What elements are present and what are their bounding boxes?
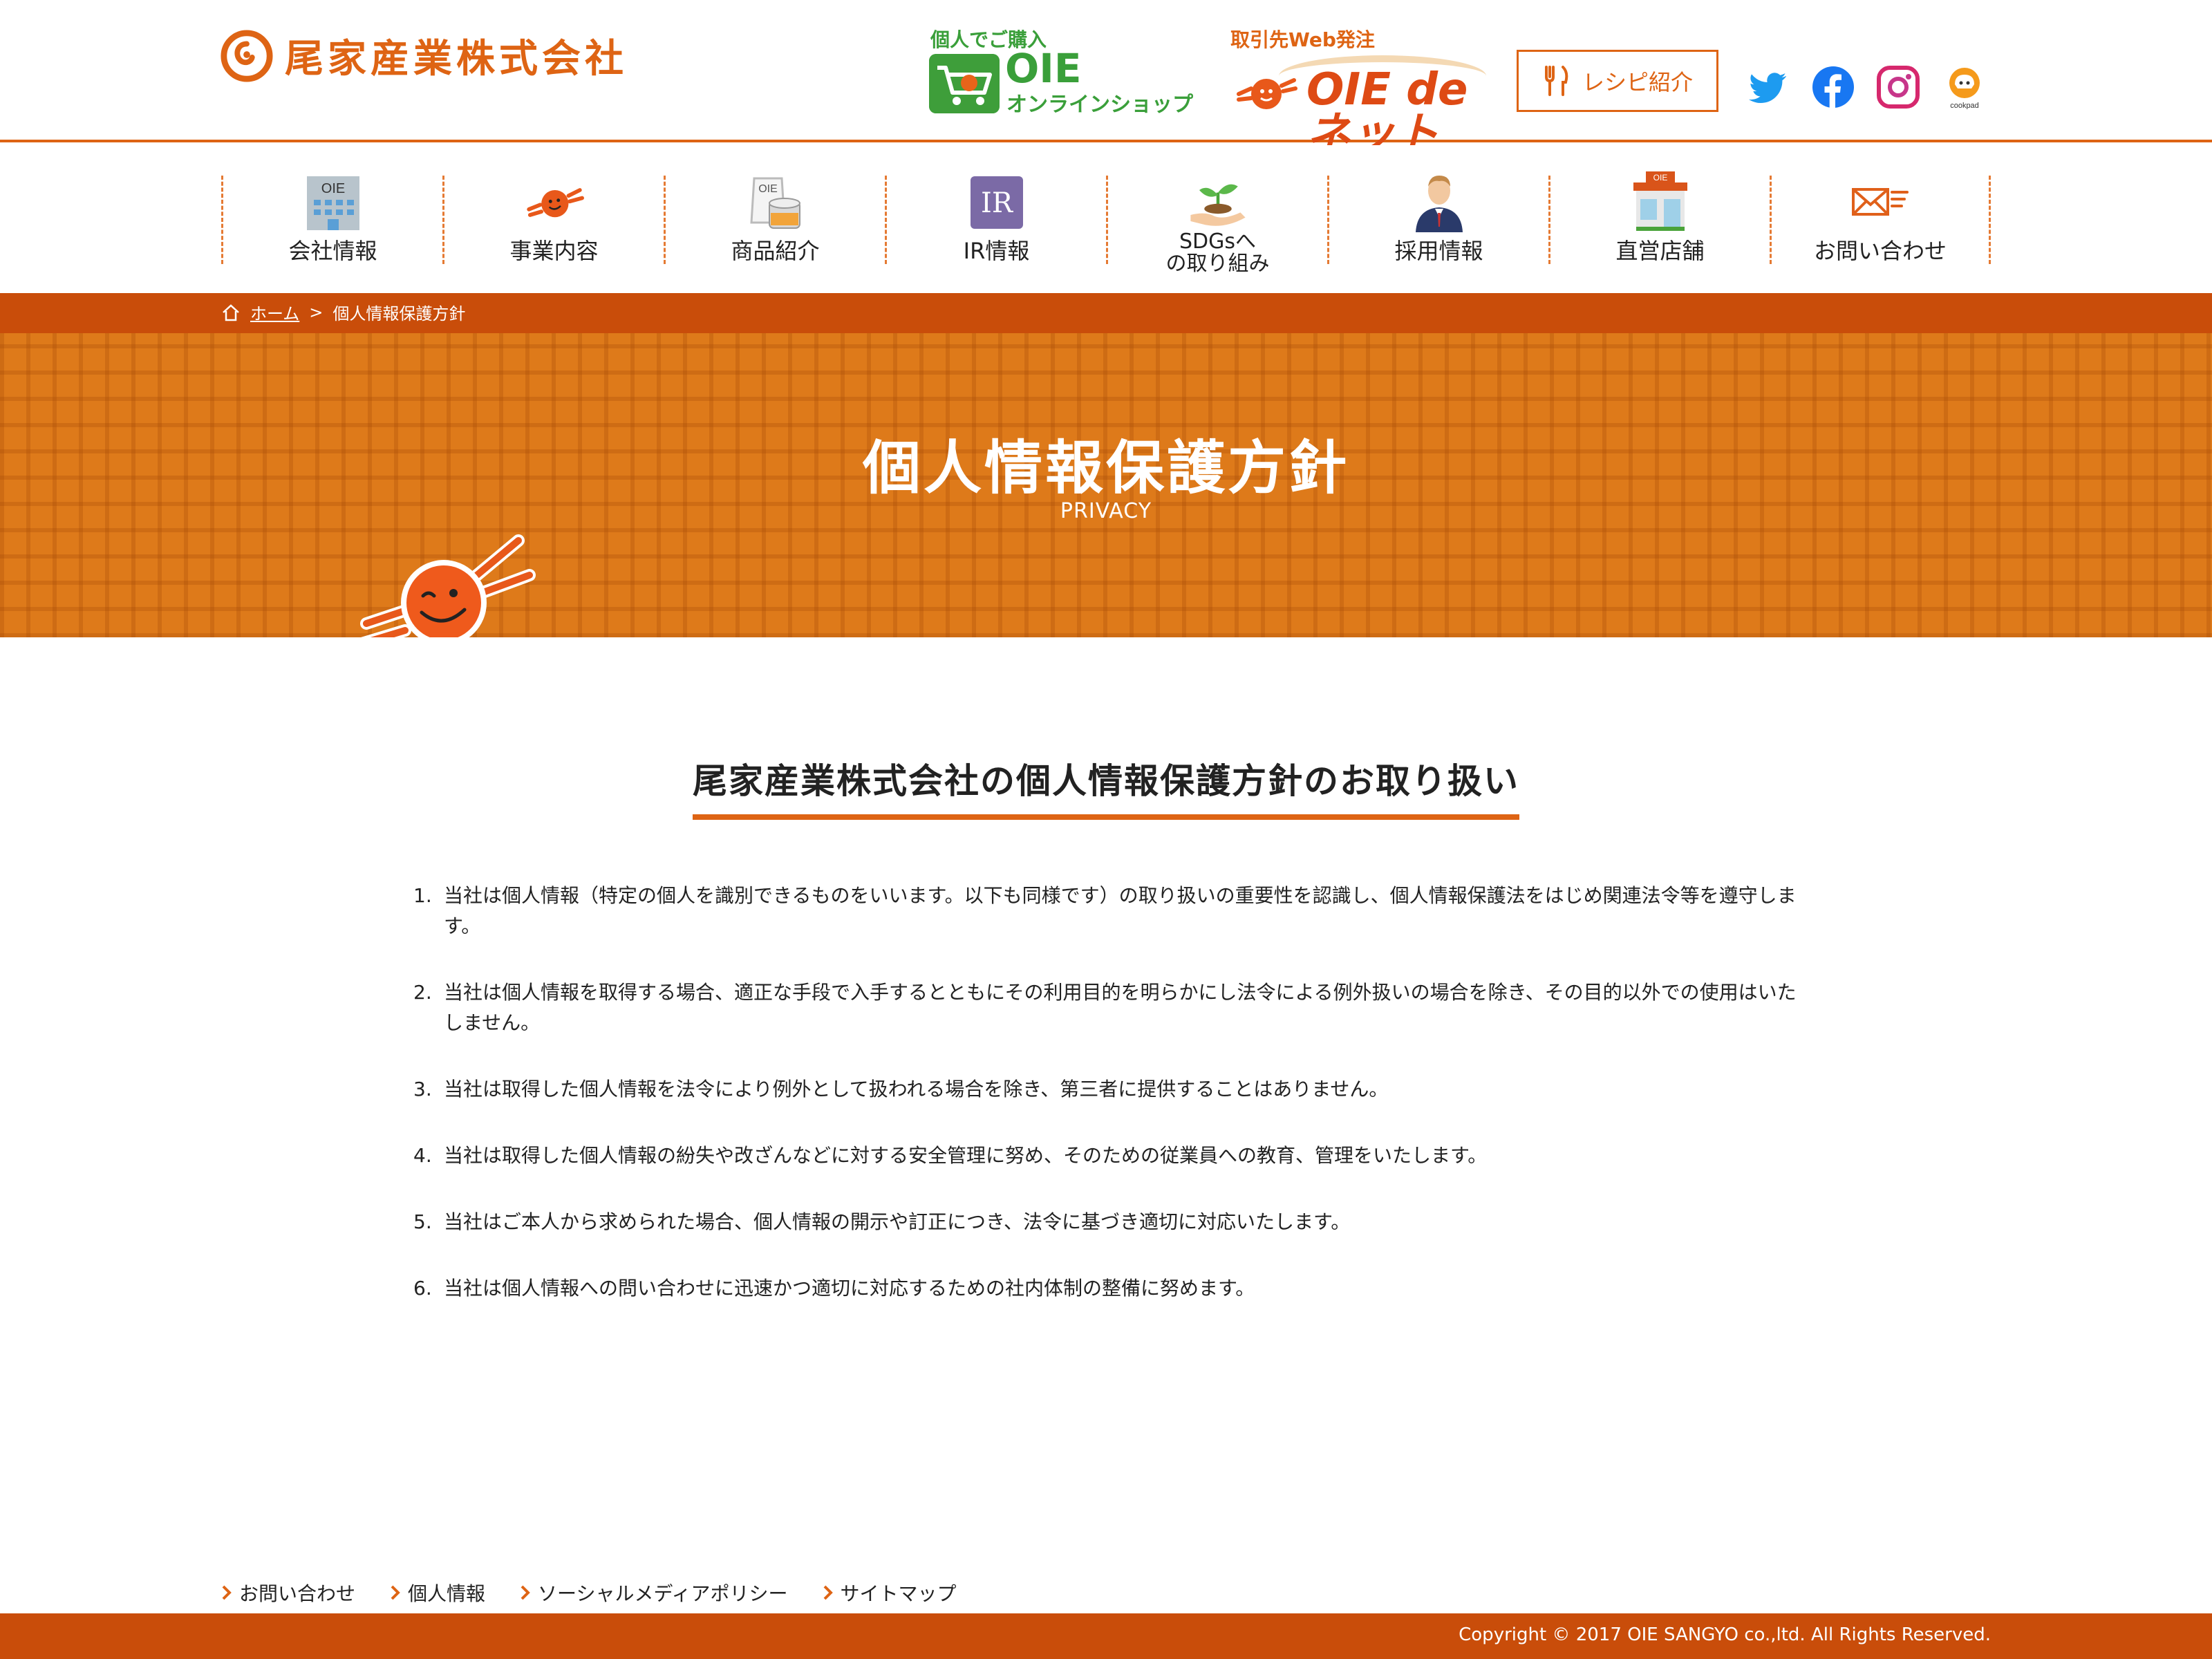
nav-item-business[interactable]: 事業内容 (442, 176, 664, 264)
building-icon: OIE (302, 171, 364, 234)
ir-sign: IR (981, 187, 1014, 219)
sprout-icon (1187, 171, 1249, 234)
section-title: 尾家産業株式会社の個人情報保護方針のお取り扱い (693, 753, 1519, 820)
mail-icon (1849, 171, 1911, 234)
nav-label-contact: お問い合わせ (1813, 238, 1947, 264)
chevron-right-icon (521, 1585, 530, 1600)
nav-label-products: 商品紹介 (731, 238, 820, 264)
nav-label-recruit: 採用情報 (1394, 238, 1483, 264)
policy-item: 3. 当社は取得した個人情報を法令により例外として扱われる場合を除き、第三者に提供… (411, 1074, 1800, 1105)
shopping-cart-icon (929, 54, 1000, 113)
policy-text: 当社は取得した個人情報を法令により例外として扱われる場合を除き、第三者に提供する… (444, 1078, 1389, 1100)
nav-label-store: 直営店舗 (1615, 238, 1705, 264)
footer-link-label: 個人情報 (408, 1582, 486, 1605)
nav-item-products[interactable]: OIE 商品紹介 (664, 176, 885, 264)
page-title: 個人情報保護方針 (862, 434, 1349, 502)
policy-text: 当社は取得した個人情報の紛失や改ざんなどに対する安全管理に努め、そのための従業員… (444, 1144, 1488, 1167)
online-shop-banner[interactable]: 個人でご購入 OIE オンラインショップ (929, 25, 1212, 117)
policy-text: 当社は個人情報（特定の個人を識別できるものをいいます。以下も同様です）の取り扱い… (444, 884, 1797, 937)
policy-number: 4. (413, 1144, 432, 1167)
nav-label-business: 事業内容 (509, 238, 599, 264)
section-title-wrap: 尾家産業株式会社の個人情報保護方針のお取り扱い (0, 753, 2212, 820)
cookpad-label: cookpad (1950, 102, 1979, 109)
policy-number: 6. (413, 1277, 432, 1300)
store-sign: OIE (1653, 173, 1667, 182)
instagram-icon[interactable] (1876, 65, 1920, 109)
policy-number: 3. (413, 1078, 432, 1100)
policy-text: 当社はご本人から求められた場合、個人情報の開示や訂正につき、法令に基づき適切に対… (444, 1210, 1351, 1233)
fork-knife-icon (1544, 66, 1568, 96)
breadcrumb: ホーム > 個人情報保護方針 (0, 293, 2212, 333)
logo-mark-icon (221, 29, 273, 82)
footer-link-social-policy[interactable]: ソーシャルメディアポリシー (520, 1579, 788, 1606)
products-sign: OIE (758, 183, 778, 195)
page-hero: 個人情報保護方針 PRIVACY (0, 333, 2212, 637)
policy-text: 当社は個人情報への問い合わせに迅速かつ適切に対応するための社内体制の整備に努めま… (444, 1277, 1255, 1300)
policy-item: 4. 当社は取得した個人情報の紛失や改ざんなどに対する安全管理に努め、そのための従… (411, 1141, 1800, 1171)
policy-item: 1. 当社は個人情報（特定の個人を識別できるものをいいます。以下も同様です）の取り… (411, 881, 1800, 941)
products-icon: OIE (744, 171, 807, 234)
footer-link-contact[interactable]: お問い合わせ (221, 1579, 355, 1606)
nav-item-company[interactable]: OIE 会社情報 (221, 176, 442, 264)
cookpad-icon[interactable]: cookpad (1942, 65, 1987, 110)
company-name: 尾家産業株式会社 (285, 37, 628, 82)
page-subtitle: PRIVACY (1060, 499, 1152, 523)
footer-link-label: お問い合わせ (239, 1582, 356, 1605)
mascot-character-icon (360, 534, 536, 637)
policy-number: 2. (413, 981, 432, 1004)
policy-number: 1. (413, 884, 432, 907)
nav-label-ir: IR情報 (963, 238, 1030, 264)
twitter-icon[interactable] (1746, 65, 1790, 109)
nav-item-ir[interactable]: IR IR情報 (885, 176, 1106, 264)
site-header: 尾家産業株式会社 個人でご購入 OIE オンラインショップ 取引先Web発注 O… (0, 0, 2212, 156)
policy-text: 当社は個人情報を取得する場合、適正な手段で入手するとともにその利用目的を明らかに… (444, 981, 1797, 1034)
copyright-text: Copyright © 2017 OIE SANGYO co.,ltd. All… (1459, 1624, 1991, 1645)
store-icon: OIE (1629, 171, 1691, 234)
footer-nav: お問い合わせ 個人情報 ソーシャルメディアポリシー サイトマップ (221, 1579, 957, 1606)
recipe-label: レシピ紹介 (1582, 69, 1693, 95)
person-icon (1408, 171, 1470, 234)
web-order-caption: 取引先Web発注 (1230, 28, 1375, 51)
chevron-right-icon (222, 1585, 232, 1600)
mascot-icon (523, 171, 585, 234)
breadcrumb-separator: > (309, 302, 324, 322)
ir-icon: IR (966, 171, 1028, 234)
web-order-mascot-icon (1237, 78, 1297, 109)
copyright-bar: Copyright © 2017 OIE SANGYO co.,ltd. All… (0, 1613, 2212, 1659)
nav-item-store[interactable]: OIE 直営店舗 (1548, 171, 1770, 264)
policy-list: 1. 当社は個人情報（特定の個人を識別できるものをいいます。以下も同様です）の取り… (411, 881, 1800, 1340)
policy-item: 6. 当社は個人情報への問い合わせに迅速かつ適切に対応するための社内体制の整備に努… (411, 1273, 1800, 1304)
policy-item: 5. 当社はご本人から求められた場合、個人情報の開示や訂正につき、法令に基づき適切… (411, 1207, 1800, 1237)
chevron-right-icon (823, 1585, 833, 1600)
nav-label-sdgs: SDGsへ の取り組み (1165, 229, 1270, 276)
footer-link-label: ソーシャルメディアポリシー (538, 1582, 788, 1605)
global-nav: OIE 会社情報 事業内容 OIE 商品紹介 IR IR情報 SDGsへ の取り… (0, 145, 2212, 293)
footer-link-sitemap[interactable]: サイトマップ (823, 1579, 957, 1606)
facebook-icon[interactable] (1811, 65, 1855, 109)
breadcrumb-current: 個人情報保護方針 (332, 304, 466, 324)
breadcrumb-home-link[interactable]: ホーム (250, 300, 299, 324)
web-order-name: OIE de ネット (1306, 64, 1468, 160)
web-order-banner[interactable]: 取引先Web発注 OIE de ネット (1230, 25, 1521, 156)
nav-item-sdgs[interactable]: SDGsへ の取り組み (1106, 176, 1327, 275)
shop-subtitle: オンラインショップ (1006, 93, 1193, 117)
recipe-button[interactable]: レシピ紹介 (1517, 50, 1718, 112)
nav-item-contact[interactable]: お問い合わせ (1770, 176, 1991, 264)
footer-link-privacy[interactable]: 個人情報 (390, 1579, 485, 1606)
nav-item-recruit[interactable]: 採用情報 (1327, 176, 1548, 264)
company-logo[interactable]: 尾家産業株式会社 (220, 28, 628, 84)
shop-name: OIE (1005, 45, 1082, 92)
policy-item: 2. 当社は個人情報を取得する場合、適正な手段で入手するとともにその利用目的を明ら… (411, 977, 1800, 1038)
nav-label-company: 会社情報 (288, 238, 377, 264)
building-sign: OIE (321, 181, 344, 196)
policy-number: 5. (413, 1210, 432, 1233)
chevron-right-icon (391, 1585, 400, 1600)
home-icon (223, 303, 239, 321)
footer-link-label: サイトマップ (840, 1582, 957, 1605)
